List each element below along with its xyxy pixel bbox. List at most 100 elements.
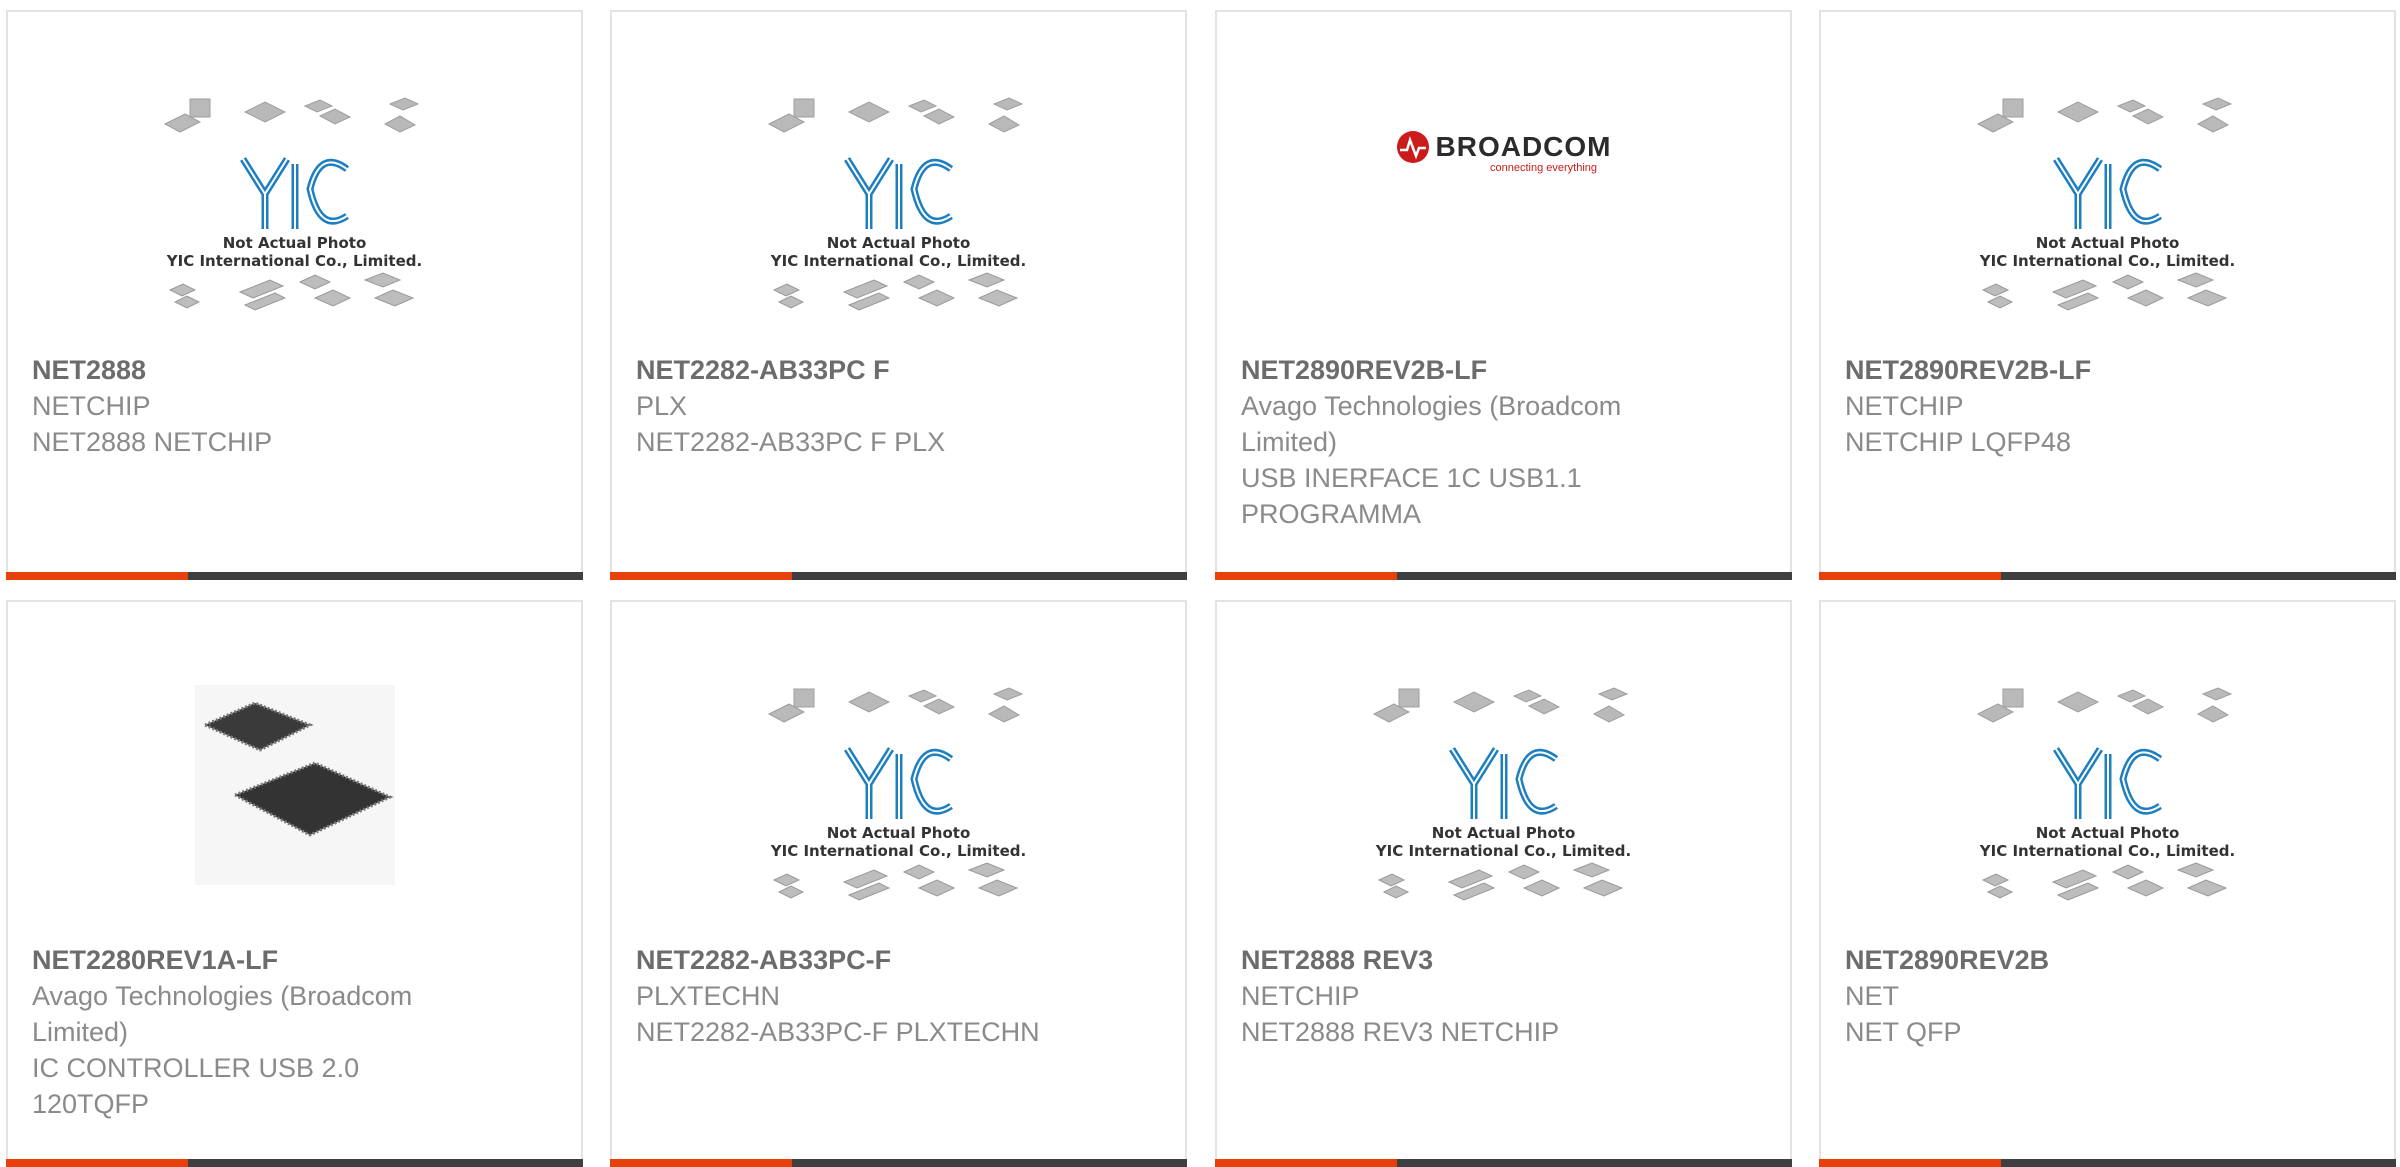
product-info: NET2890REV2B-LF Avago Technologies (Broad… <box>1241 352 1671 532</box>
yic-placeholder-image: Not Actual Photo YIC International Co., L… <box>1973 94 2243 320</box>
yic-placeholder-image: Not Actual Photo YIC International Co., L… <box>1973 684 2243 910</box>
product-image[interactable]: Not Actual Photo YIC International Co., L… <box>612 62 1185 352</box>
card-accent-bar <box>6 572 188 580</box>
product-card[interactable]: NET2280REV1A-LF Avago Technologies (Broad… <box>6 600 583 1167</box>
manufacturer: NETCHIP <box>32 391 151 421</box>
card-bottom-bar <box>6 572 583 580</box>
manufacturer: PLXTECHN <box>636 981 781 1011</box>
part-number-link[interactable]: NET2282-AB33PC-F <box>636 942 1066 978</box>
tqfp-chip-photo <box>194 684 395 890</box>
product-image[interactable]: Not Actual Photo YIC International Co., L… <box>8 62 581 352</box>
product-card[interactable]: Not Actual Photo YIC International Co., L… <box>1215 600 1792 1167</box>
product-card[interactable]: BROADCOM connecting everything NET2890REV2… <box>1215 10 1792 580</box>
product-image[interactable]: Not Actual Photo YIC International Co., L… <box>1821 62 2394 352</box>
yic-logo-icon <box>843 747 953 819</box>
part-number-link[interactable]: NET2282-AB33PC F <box>636 352 1066 388</box>
product-grid: Not Actual Photo YIC International Co., L… <box>0 0 2400 1167</box>
placeholder-caption: Not Actual Photo YIC International Co., L… <box>1376 824 1631 860</box>
card-accent-bar <box>610 572 792 580</box>
chip-packages-top-icon <box>1976 97 2232 133</box>
product-card[interactable]: Not Actual Photo YIC International Co., L… <box>1819 600 2396 1167</box>
part-number-link[interactable]: NET2888 REV3 <box>1241 942 1671 978</box>
placeholder-line1: Not Actual Photo <box>2035 234 2180 252</box>
broadcom-logo-image: BROADCOM connecting everything <box>1396 130 1612 174</box>
description: NET2282-AB33PC F PLX <box>636 427 946 457</box>
manufacturer: Avago Technologies (Broadcom Limited) <box>1241 391 1622 457</box>
card-bottom-bar <box>1215 1159 1792 1167</box>
chip-photo-icon <box>194 684 395 885</box>
card-bottom-bar <box>1819 572 2396 580</box>
yic-logo-icon <box>1448 747 1558 819</box>
chip-packages-bottom-icon <box>1377 862 1623 901</box>
manufacturer: Avago Technologies (Broadcom Limited) <box>32 981 413 1047</box>
description: USB INERFACE 1C USB1.1 PROGRAMMA <box>1241 463 1582 529</box>
yic-placeholder-image: Not Actual Photo YIC International Co., L… <box>764 684 1034 910</box>
product-info: NET2282-AB33PC-F PLXTECHN NET2282-AB33PC-F… <box>636 942 1066 1050</box>
product-card[interactable]: Not Actual Photo YIC International Co., L… <box>610 600 1187 1167</box>
yic-logo-icon <box>239 157 349 229</box>
card-bottom-bar <box>1819 1159 2396 1167</box>
manufacturer: NETCHIP <box>1845 391 1964 421</box>
placeholder-line1: Not Actual Photo <box>826 234 971 252</box>
placeholder-line1: Not Actual Photo <box>222 234 367 252</box>
part-number-link[interactable]: NET2280REV1A-LF <box>32 942 462 978</box>
card-accent-bar <box>1819 572 2001 580</box>
description: NETCHIP LQFP48 <box>1845 427 2072 457</box>
product-image[interactable]: Not Actual Photo YIC International Co., L… <box>1821 652 2394 942</box>
description: NET2888 REV3 NETCHIP <box>1241 1017 1560 1047</box>
part-number-link[interactable]: NET2888 <box>32 352 462 388</box>
product-image[interactable]: BROADCOM connecting everything <box>1217 62 1790 352</box>
chip-packages-bottom-icon <box>1981 862 2227 901</box>
product-card[interactable]: Not Actual Photo YIC International Co., L… <box>610 10 1187 580</box>
placeholder-caption: Not Actual Photo YIC International Co., L… <box>167 234 422 270</box>
description: NET QFP <box>1845 1017 1962 1047</box>
placeholder-line2: YIC International Co., Limited. <box>770 252 1027 270</box>
product-info: NET2888 REV3 NETCHIP NET2888 REV3 NETCHIP <box>1241 942 1671 1050</box>
chip-packages-top-icon <box>163 97 419 133</box>
chip-packages-top-icon <box>767 97 1023 133</box>
manufacturer: NET <box>1845 981 1899 1011</box>
placeholder-line2: YIC International Co., Limited. <box>1979 252 2236 270</box>
yic-placeholder-image: Not Actual Photo YIC International Co., L… <box>160 94 430 320</box>
chip-packages-bottom-icon <box>772 862 1018 901</box>
card-accent-bar <box>6 1159 188 1167</box>
card-accent-bar <box>1819 1159 2001 1167</box>
placeholder-caption: Not Actual Photo YIC International Co., L… <box>771 234 1026 270</box>
product-info: NET2280REV1A-LF Avago Technologies (Broad… <box>32 942 462 1122</box>
part-number-link[interactable]: NET2890REV2B <box>1845 942 2275 978</box>
placeholder-line2: YIC International Co., Limited. <box>1375 842 1632 860</box>
card-bottom-bar <box>610 572 1187 580</box>
product-card[interactable]: Not Actual Photo YIC International Co., L… <box>1819 10 2396 580</box>
chip-packages-bottom-icon <box>1981 272 2227 311</box>
chip-packages-top-icon <box>1976 687 2232 723</box>
chip-packages-bottom-icon <box>168 272 414 311</box>
placeholder-caption: Not Actual Photo YIC International Co., L… <box>771 824 1026 860</box>
broadcom-logo: BROADCOM <box>1396 130 1612 164</box>
description: NET2888 NETCHIP <box>32 427 273 457</box>
product-info: NET2890REV2B-LF NETCHIP NETCHIP LQFP48 <box>1845 352 2275 460</box>
product-card[interactable]: Not Actual Photo YIC International Co., L… <box>6 10 583 580</box>
yic-placeholder-image: Not Actual Photo YIC International Co., L… <box>1369 684 1639 910</box>
description: NET2282-AB33PC-F PLXTECHN <box>636 1017 1040 1047</box>
placeholder-caption: Not Actual Photo YIC International Co., L… <box>1980 824 2235 860</box>
card-bottom-bar <box>6 1159 583 1167</box>
placeholder-line2: YIC International Co., Limited. <box>166 252 423 270</box>
card-accent-bar <box>1215 1159 1397 1167</box>
card-bottom-bar <box>1215 572 1792 580</box>
yic-logo-icon <box>2052 157 2162 229</box>
broadcom-pulse-icon <box>1396 131 1429 163</box>
yic-logo-icon <box>2052 747 2162 819</box>
product-image[interactable]: Not Actual Photo YIC International Co., L… <box>612 652 1185 942</box>
part-number-link[interactable]: NET2890REV2B-LF <box>1241 352 1671 388</box>
product-image[interactable] <box>8 652 581 942</box>
manufacturer: NETCHIP <box>1241 981 1360 1011</box>
product-info: NET2282-AB33PC F PLX NET2282-AB33PC F PLX <box>636 352 1066 460</box>
placeholder-line2: YIC International Co., Limited. <box>1979 842 2236 860</box>
placeholder-line1: Not Actual Photo <box>2035 824 2180 842</box>
chip-packages-top-icon <box>1372 687 1628 723</box>
yic-placeholder-image: Not Actual Photo YIC International Co., L… <box>764 94 1034 320</box>
broadcom-tagline: connecting everything <box>1489 162 1597 174</box>
product-image[interactable]: Not Actual Photo YIC International Co., L… <box>1217 652 1790 942</box>
chip-packages-top-icon <box>767 687 1023 723</box>
part-number-link[interactable]: NET2890REV2B-LF <box>1845 352 2275 388</box>
